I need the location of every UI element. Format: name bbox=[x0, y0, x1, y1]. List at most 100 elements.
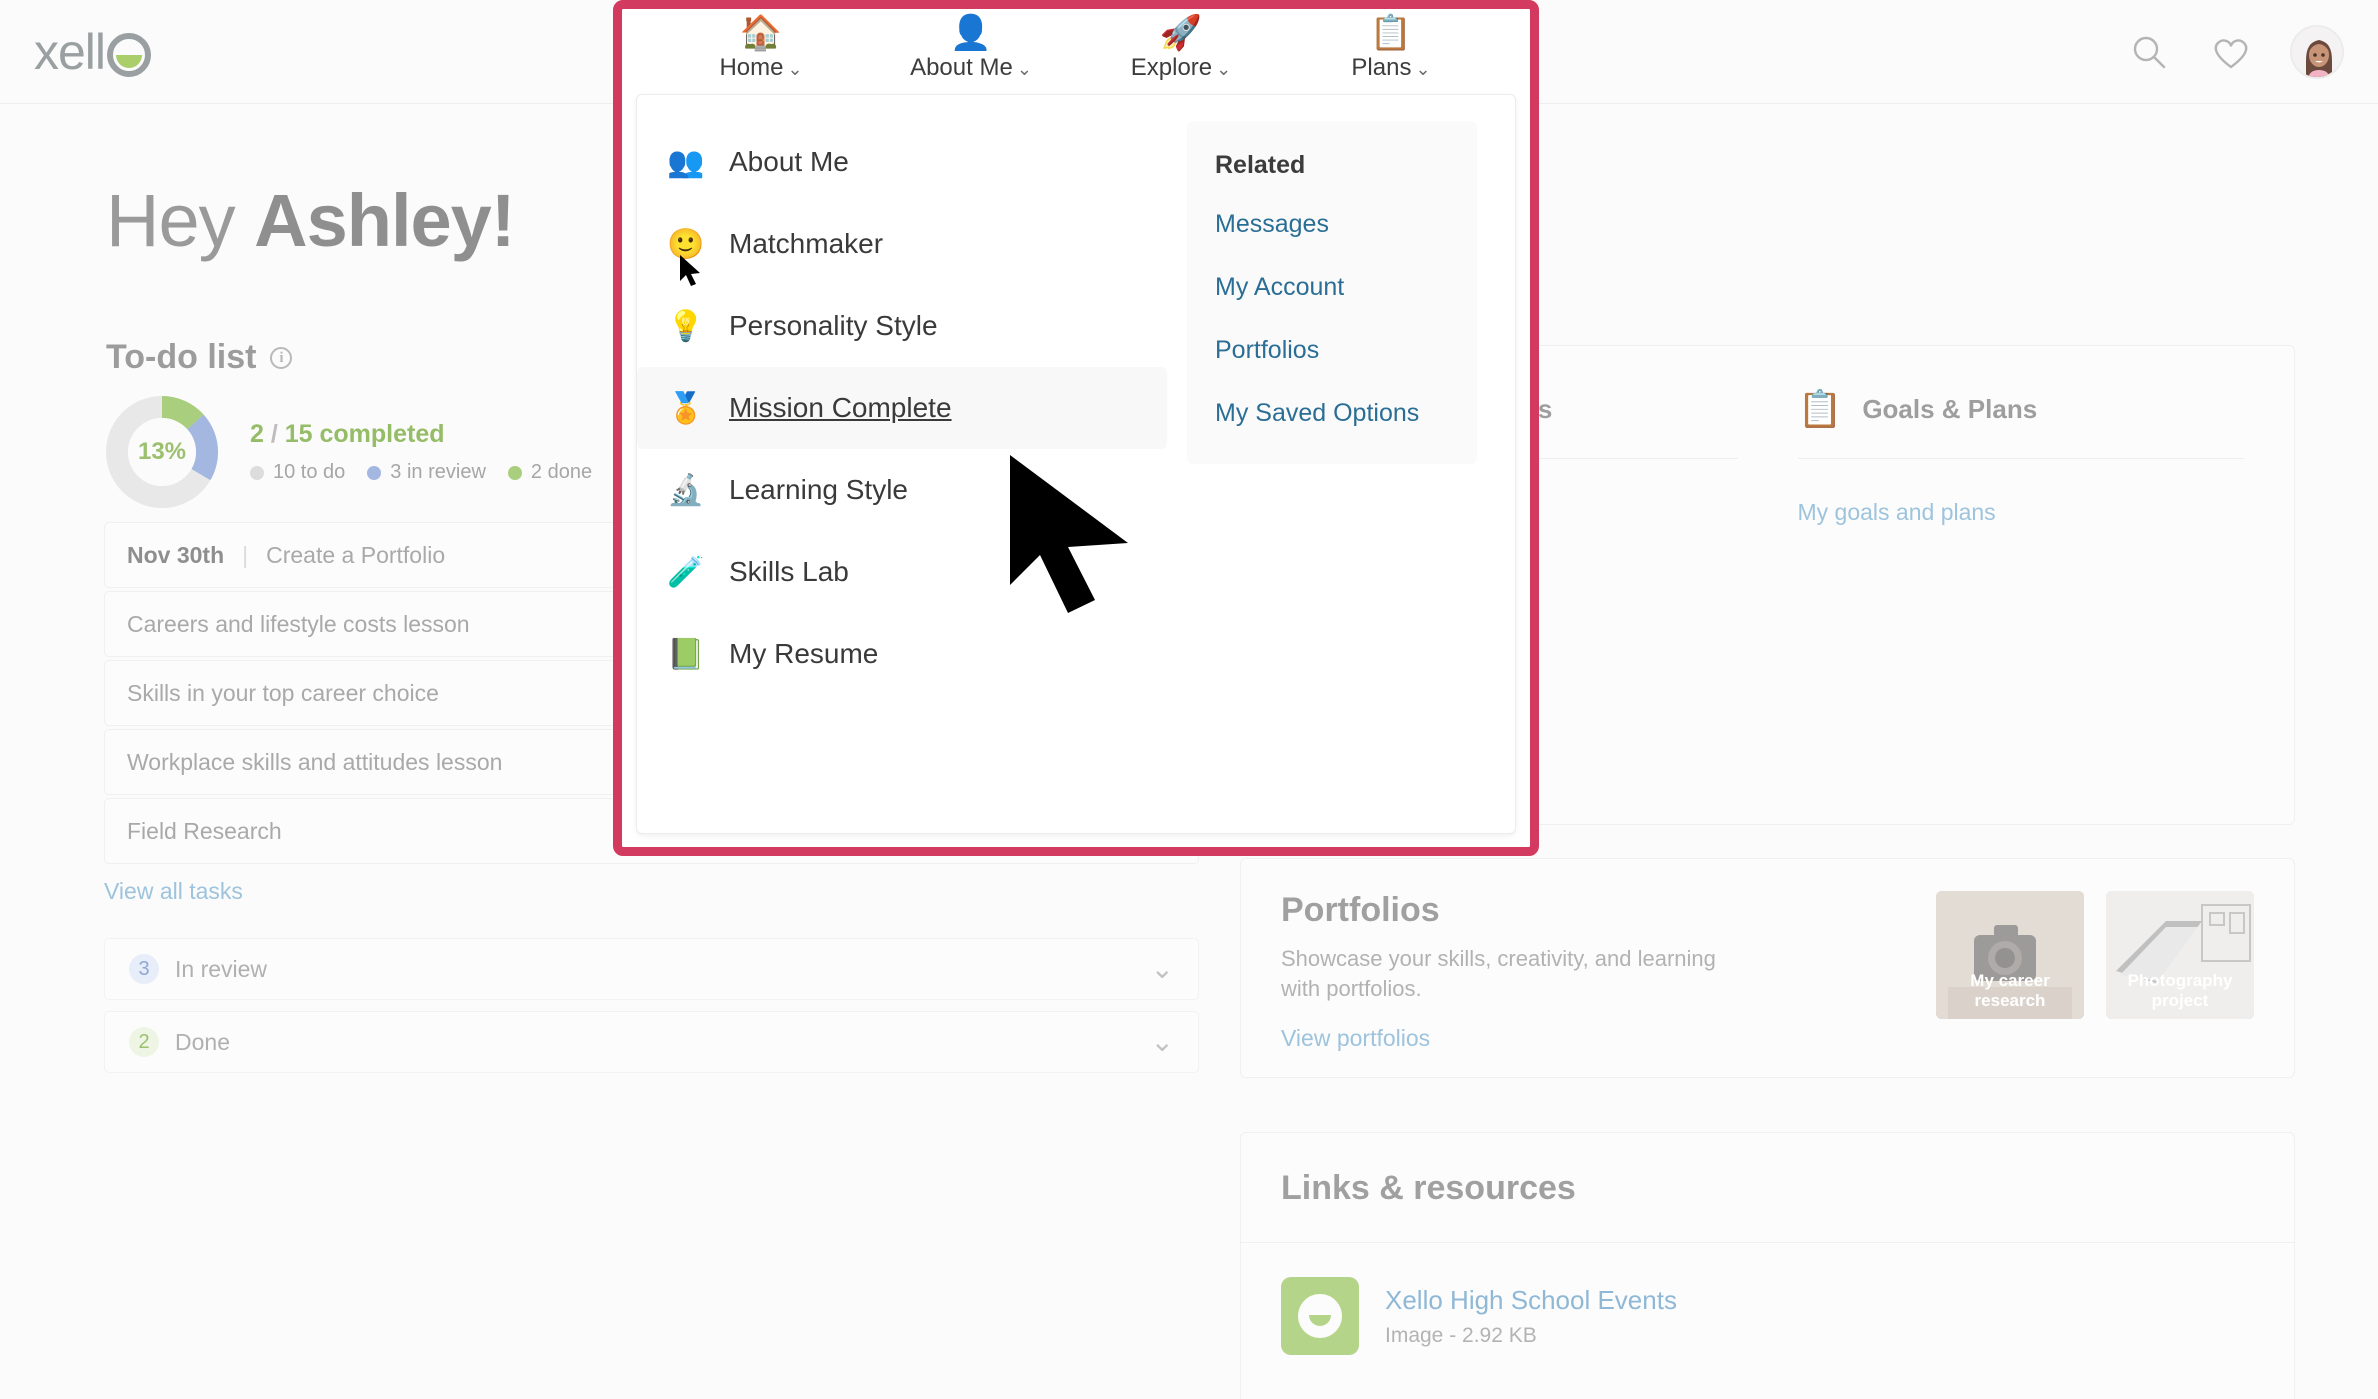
medal-icon: 🏅 bbox=[667, 391, 705, 425]
completed-count: 2 bbox=[250, 420, 264, 448]
related-link-messages[interactable]: Messages bbox=[1215, 210, 1449, 239]
progress-summary: 2 / 15 completed 10 to do 3 in review 2 … bbox=[250, 420, 592, 484]
legend-item-done: 2 done bbox=[507, 461, 593, 484]
logo-text: xell bbox=[34, 23, 106, 80]
task-name: Careers and lifestyle costs lesson bbox=[127, 610, 470, 637]
nav-item-explore[interactable]: 🚀 Explore ⌄ bbox=[1086, 14, 1276, 82]
list-item[interactable]: Xello High School Events Image - 2.92 KB bbox=[1241, 1243, 2294, 1389]
accordion-in-review: 3 In review ⌄ bbox=[104, 938, 1199, 1000]
todo-list-title: To-do list bbox=[106, 338, 257, 376]
legend-dot-done bbox=[507, 465, 522, 480]
header-actions bbox=[2126, 24, 2344, 79]
nav-label-explore: Explore ⌄ bbox=[1130, 54, 1232, 81]
legend-label-done: 2 done bbox=[530, 461, 593, 483]
chevron-down-icon[interactable]: ⌄ bbox=[1216, 59, 1231, 79]
legend-item-inreview: 3 in review bbox=[367, 461, 486, 484]
related-link-my-saved-options[interactable]: My Saved Options bbox=[1215, 399, 1449, 428]
related-link-portfolios[interactable]: Portfolios bbox=[1215, 336, 1449, 365]
greeting-name: Ashley! bbox=[254, 179, 515, 262]
greeting-prefix: Hey bbox=[106, 179, 255, 262]
goals-plans-header: 📋 Goals & Plans bbox=[1798, 388, 2245, 430]
accordion-header-done[interactable]: 2 Done ⌄ bbox=[104, 1011, 1199, 1073]
link-item-name[interactable]: Xello High School Events bbox=[1385, 1285, 1677, 1316]
portfolio-thumb-career-research[interactable]: My career research bbox=[1936, 891, 2084, 1019]
heart-icon[interactable] bbox=[2208, 29, 2254, 75]
progress-percent: 13% bbox=[128, 418, 196, 486]
menu-item-mission-complete[interactable]: 🏅 Mission Complete bbox=[637, 367, 1167, 449]
related-title: Related bbox=[1215, 151, 1306, 179]
legend-label-todo: 10 to do bbox=[273, 461, 346, 483]
accordion-done: 2 Done ⌄ bbox=[104, 1011, 1199, 1073]
menu-item-my-resume[interactable]: 📗 My Resume bbox=[637, 613, 1167, 695]
nav-item-plans[interactable]: 📋 Plans ⌄ bbox=[1296, 14, 1486, 82]
legend-label-inreview: 3 in review bbox=[390, 461, 486, 483]
chevron-down-icon[interactable]: ⌄ bbox=[1415, 59, 1430, 79]
task-name: Workplace skills and attitudes lesson bbox=[127, 748, 503, 775]
nav-item-home[interactable]: 🏠 Home ⌄ bbox=[666, 14, 856, 82]
portfolios-text: Portfolios Showcase your skills, creativ… bbox=[1281, 891, 1761, 1052]
nav-label-plans: Plans ⌄ bbox=[1351, 54, 1431, 81]
portfolio-thumb-label: Photography project bbox=[2127, 971, 2233, 1010]
status-badge: 3 bbox=[129, 954, 159, 984]
quicklinks-column-goals: 📋 Goals & Plans My goals and plans bbox=[1797, 388, 2245, 775]
task-separator: | bbox=[242, 541, 249, 568]
clipboard-icon: 📋 bbox=[1369, 14, 1413, 52]
xello-o-logo bbox=[107, 32, 152, 77]
about-me-menu-panel: 🏠 Home ⌄ 👤 About Me ⌄ 🚀 Explore ⌄ 📋 Plans ⌄ … bbox=[622, 0, 1530, 847]
house-icon: 🏠 bbox=[739, 14, 783, 52]
menu-item-about-me[interactable]: 👥 About Me bbox=[637, 121, 1167, 203]
nav-item-about-me[interactable]: 👤 About Me ⌄ bbox=[876, 14, 1066, 82]
chevron-down-icon[interactable]: ⌄ bbox=[1151, 955, 1174, 983]
portfolios-subtitle: Showcase your skills, creativity, and le… bbox=[1281, 946, 1716, 1001]
goals-plans-title: Goals & Plans bbox=[1862, 393, 2038, 424]
accordion-label: Done bbox=[175, 1028, 230, 1055]
links-resources-title: Links & resources bbox=[1281, 1169, 1576, 1207]
menu-item-label: Matchmaker bbox=[729, 228, 884, 259]
completed-count-line: 2 / 15 completed bbox=[250, 420, 592, 449]
legend-dot-todo bbox=[250, 465, 264, 480]
task-name: Create a Portfolio bbox=[266, 541, 446, 568]
menu-item-matchmaker[interactable]: 🙂 Matchmaker bbox=[637, 203, 1167, 285]
rocket-icon: 🚀 bbox=[1159, 14, 1203, 52]
chevron-down-icon[interactable]: ⌄ bbox=[1017, 59, 1032, 79]
quicklink-my-goals-and-plans[interactable]: My goals and plans bbox=[1798, 499, 2245, 526]
related-link-my-account[interactable]: My Account bbox=[1215, 273, 1449, 302]
clipboard-checklist-icon: 📋 bbox=[1797, 388, 1843, 429]
portfolio-thumbnails: My career research Photography project bbox=[1936, 891, 2254, 1052]
status-badge: 2 bbox=[129, 1027, 159, 1057]
flask-icon: 🧪 bbox=[667, 555, 705, 589]
chevron-down-icon[interactable]: ⌄ bbox=[1151, 1028, 1174, 1056]
menu-item-label: Mission Complete bbox=[729, 392, 952, 423]
view-all-tasks-link[interactable]: View all tasks bbox=[104, 878, 243, 905]
xello-logo[interactable]: xell bbox=[34, 23, 152, 80]
menu-item-label: Learning Style bbox=[729, 474, 909, 505]
completed-total: 15 completed bbox=[284, 420, 445, 448]
mouse-cursor bbox=[1010, 455, 1160, 620]
xello-file-icon bbox=[1281, 1277, 1359, 1355]
divider bbox=[1797, 458, 2244, 459]
info-icon[interactable]: i bbox=[270, 346, 293, 369]
portfolios-title: Portfolios bbox=[1281, 891, 1440, 929]
legend-item-todo: 10 to do bbox=[250, 461, 345, 484]
portfolios-card: Portfolios Showcase your skills, creativ… bbox=[1240, 858, 2295, 1078]
lightbulb-icon: 💡 bbox=[667, 309, 705, 343]
menu-item-personality-style[interactable]: 💡 Personality Style bbox=[637, 285, 1167, 367]
chevron-down-icon[interactable]: ⌄ bbox=[787, 59, 802, 79]
people-icon: 👥 bbox=[667, 145, 705, 179]
menu-item-label: Skills Lab bbox=[729, 556, 849, 587]
menu-item-label: My Resume bbox=[729, 638, 879, 669]
nav-label-home: Home ⌄ bbox=[719, 54, 803, 81]
view-portfolios-link[interactable]: View portfolios bbox=[1281, 1025, 1761, 1052]
accordion-header-in-review[interactable]: 3 In review ⌄ bbox=[104, 938, 1199, 1000]
link-item-meta: Image - 2.92 KB bbox=[1385, 1323, 1537, 1347]
portfolio-thumb-label: My career research bbox=[1970, 971, 2050, 1010]
search-icon[interactable] bbox=[2126, 29, 2172, 75]
avatar[interactable] bbox=[2290, 24, 2344, 79]
resume-icon: 📗 bbox=[667, 637, 705, 671]
todo-list-heading: To-do list i bbox=[106, 338, 293, 377]
links-resources-card: Links & resources Xello High School Even… bbox=[1240, 1132, 2295, 1399]
task-name: Skills in your top career choice bbox=[127, 679, 439, 706]
xello-home-page: xell Hey Ashley! To-do list i 13% 2 / 15… bbox=[0, 0, 2378, 1399]
progress-legend: 10 to do 3 in review 2 done bbox=[250, 461, 592, 484]
portfolio-thumb-photography-project[interactable]: Photography project bbox=[2106, 891, 2254, 1019]
